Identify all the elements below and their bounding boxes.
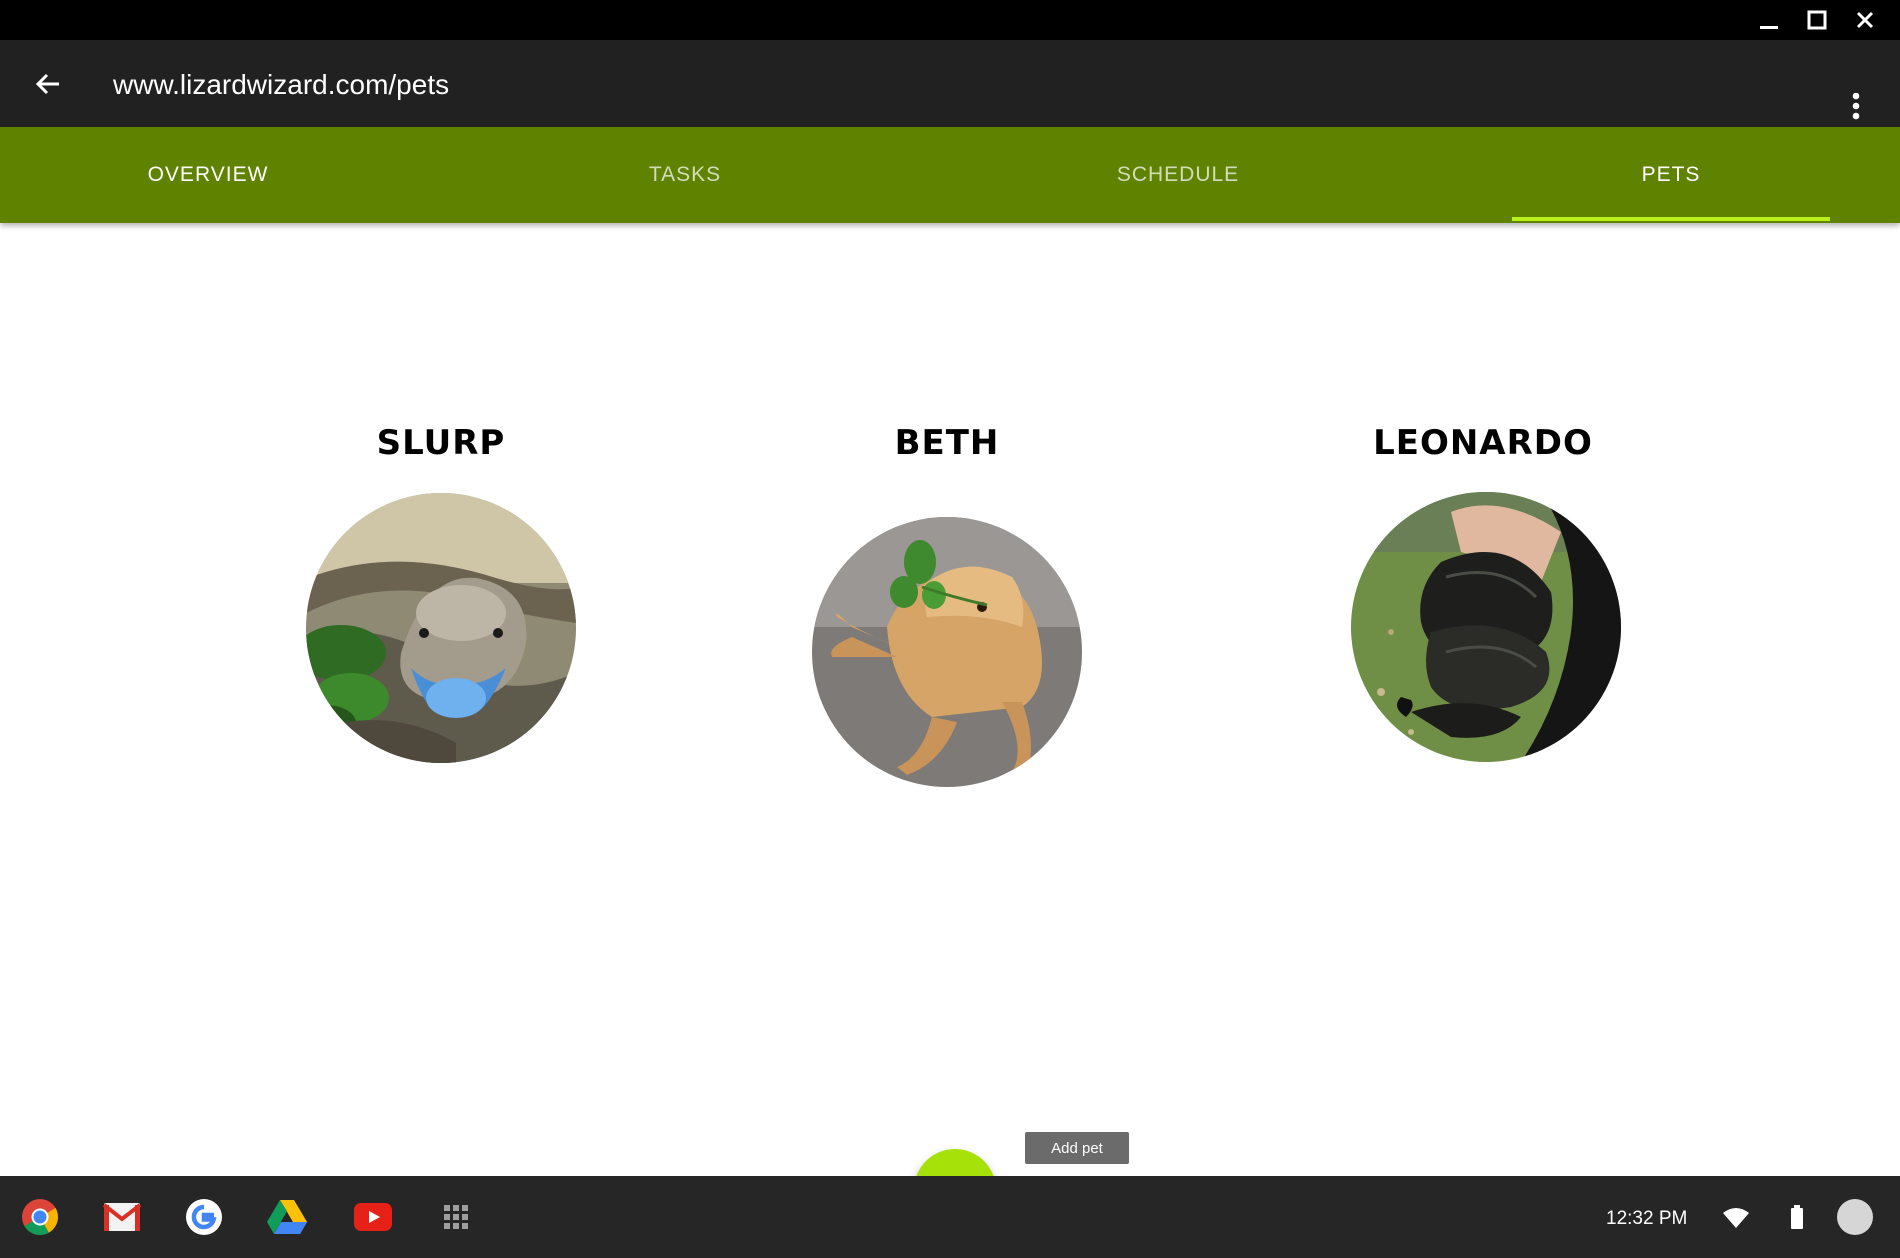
- app-bar: www.lizardwizard.com/pets: [0, 40, 1900, 127]
- pet-card-leonardo[interactable]: LEONARDO: [1348, 423, 1621, 763]
- pet-card-slurp[interactable]: SLURP: [306, 423, 576, 763]
- wifi-icon[interactable]: [1721, 1205, 1751, 1231]
- arrow-left-icon[interactable]: [22, 62, 74, 106]
- drive-icon[interactable]: [264, 1194, 310, 1240]
- account-avatar[interactable]: [1837, 1199, 1873, 1235]
- app-launcher-icon[interactable]: [433, 1194, 479, 1240]
- pet-photo-slurp: [306, 493, 576, 763]
- pet-name: BETH: [894, 423, 1000, 463]
- gmail-icon[interactable]: [99, 1194, 145, 1240]
- minimize-icon[interactable]: [1749, 4, 1789, 36]
- battery-icon[interactable]: [1787, 1202, 1807, 1232]
- window-titlebar: [0, 0, 1900, 40]
- google-icon[interactable]: [181, 1194, 227, 1240]
- app-window: www.lizardwizard.com/pets OVERVIEW TASKS…: [0, 0, 1900, 1231]
- pet-photo-beth: [812, 517, 1082, 787]
- tab-tasks[interactable]: TASKS: [526, 127, 844, 223]
- add-pet-tooltip: Add pet: [1025, 1132, 1129, 1164]
- close-icon[interactable]: [1845, 4, 1885, 36]
- tab-indicator: [1512, 217, 1830, 221]
- more-vert-icon[interactable]: [1836, 82, 1876, 130]
- status-clock[interactable]: 12:32 PM: [1606, 1208, 1687, 1230]
- pets-content: SLURP BETH LEONARDO Add pet: [0, 223, 1900, 1231]
- youtube-icon[interactable]: [350, 1194, 396, 1240]
- maximize-icon[interactable]: [1797, 4, 1837, 36]
- pet-card-beth[interactable]: BETH: [812, 423, 1082, 787]
- pet-photo-leonardo: [1351, 492, 1621, 762]
- tab-schedule[interactable]: SCHEDULE: [1019, 127, 1337, 223]
- tab-overview[interactable]: OVERVIEW: [49, 127, 367, 223]
- tab-bar: OVERVIEW TASKS SCHEDULE PETS: [0, 127, 1900, 223]
- tab-pets[interactable]: PETS: [1512, 127, 1830, 223]
- pet-name: LEONARDO: [1373, 423, 1593, 463]
- pet-name: SLURP: [376, 423, 506, 463]
- url-text[interactable]: www.lizardwizard.com/pets: [113, 68, 449, 102]
- chrome-icon[interactable]: [17, 1194, 63, 1240]
